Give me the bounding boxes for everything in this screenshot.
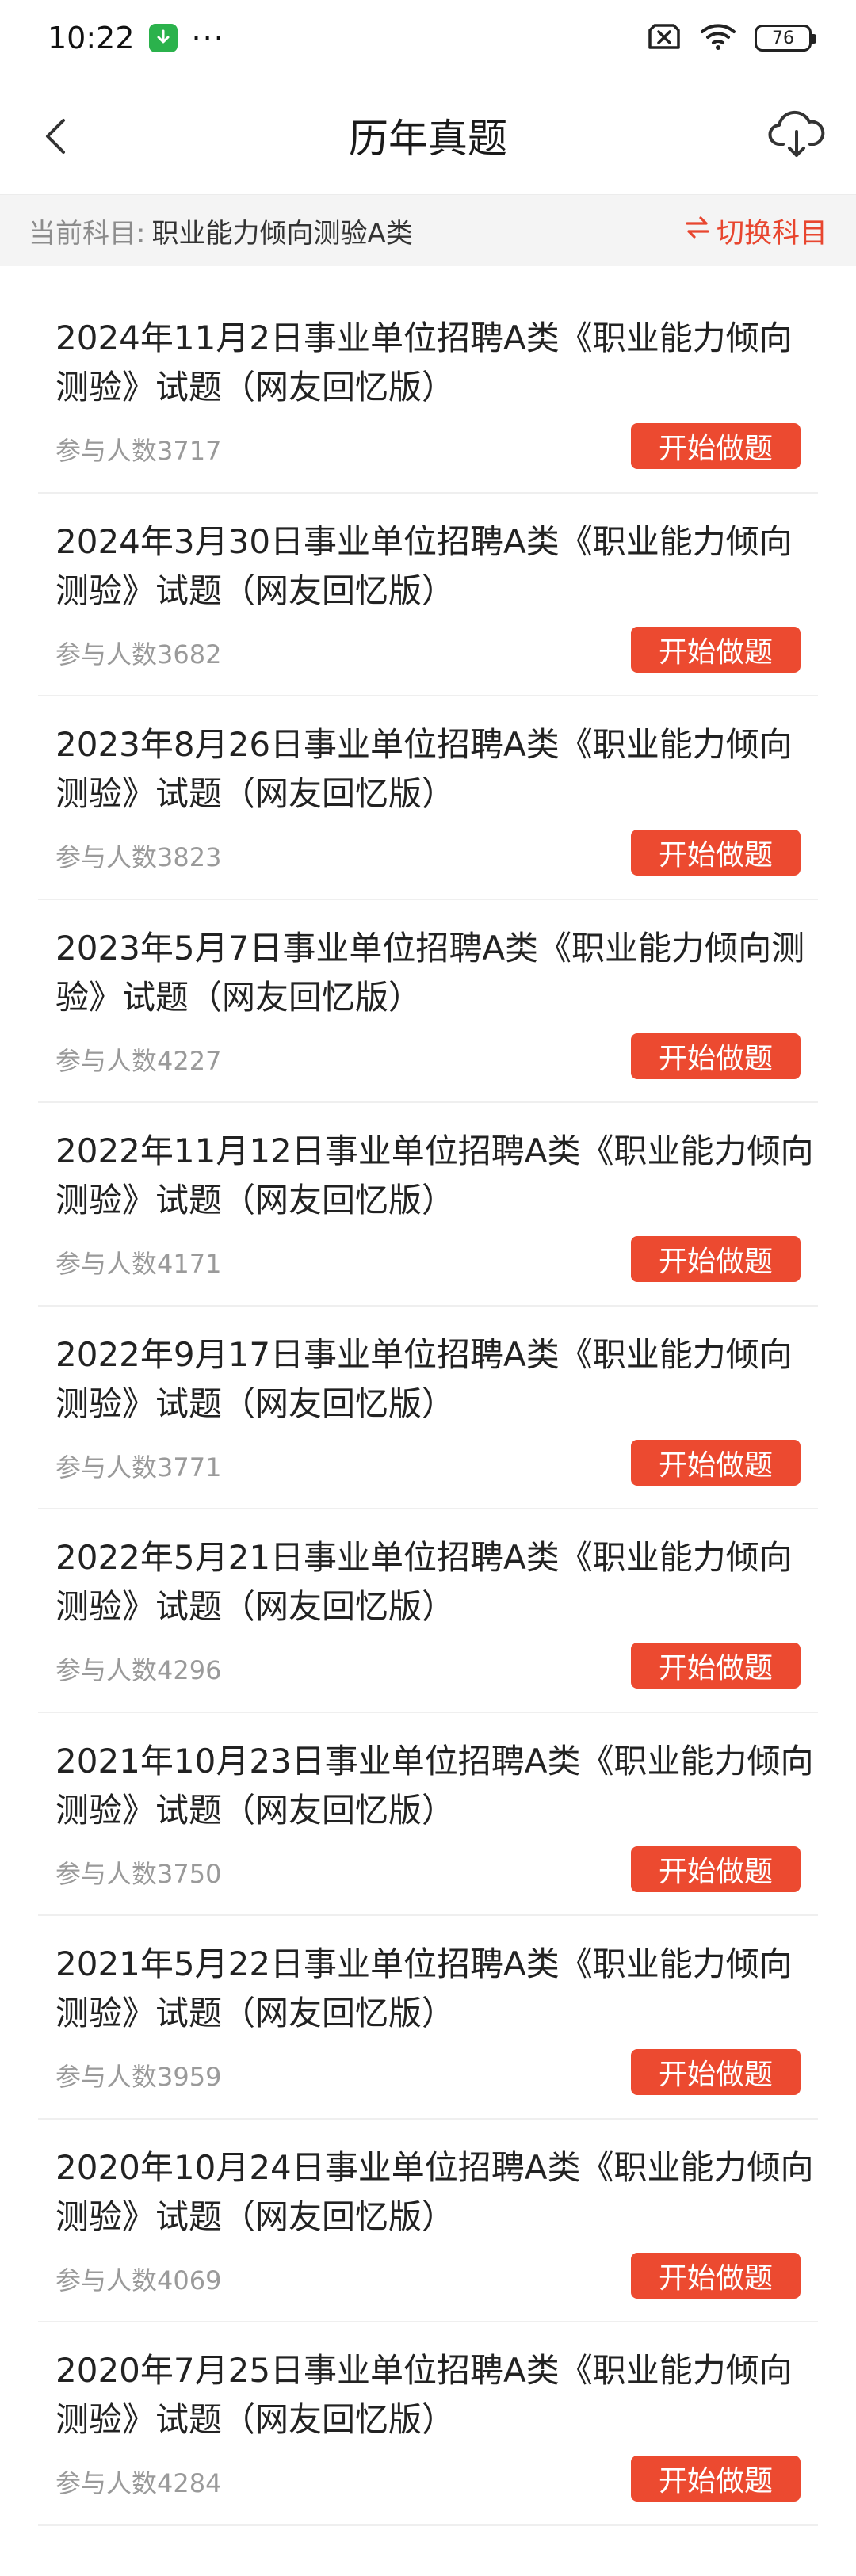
back-arrow-icon[interactable] — [35, 114, 79, 158]
exam-list-item[interactable]: 2021年5月22日事业单位招聘A类《职业能力倾向测验》试题（网友回忆版） 参与… — [38, 1916, 818, 2120]
no-sim-icon — [647, 22, 682, 54]
exam-title: 2020年7月25日事业单位招聘A类《职业能力倾向测验》试题（网友回忆版） — [55, 2351, 793, 2439]
participant-count: 参与人数3771 — [55, 1452, 222, 1483]
participant-count: 参与人数3959 — [55, 2062, 222, 2092]
battery-icon: 76 — [755, 25, 816, 52]
exam-title: 2024年11月2日事业单位招聘A类《职业能力倾向测验》试题（网友回忆版） — [55, 319, 793, 406]
start-practice-button[interactable]: 开始做题 — [631, 1643, 801, 1689]
download-notification-icon — [148, 24, 178, 52]
participant-count: 参与人数3823 — [55, 842, 222, 872]
swap-arrows-icon — [685, 215, 710, 247]
start-practice-button[interactable]: 开始做题 — [631, 626, 801, 673]
cloud-download-icon[interactable] — [767, 108, 826, 162]
participant-count: 参与人数3682 — [55, 639, 222, 670]
exam-list-item[interactable]: 2021年10月23日事业单位招聘A类《职业能力倾向测验》试题（网友回忆版） 参… — [38, 1713, 818, 1916]
exam-list-item[interactable]: 2022年11月12日事业单位招聘A类《职业能力倾向测验》试题（网友回忆版） 参… — [38, 1103, 818, 1307]
start-practice-button[interactable]: 开始做题 — [631, 830, 801, 876]
exam-list-item[interactable]: 2020年10月24日事业单位招聘A类《职业能力倾向测验》试题（网友回忆版） 参… — [38, 2120, 818, 2322]
page-title: 历年真题 — [349, 115, 507, 162]
exam-title: 2022年5月21日事业单位招聘A类《职业能力倾向测验》试题（网友回忆版） — [55, 1538, 793, 1626]
start-practice-button[interactable]: 开始做题 — [631, 423, 801, 469]
exam-title: 2021年10月23日事业单位招聘A类《职业能力倾向测验》试题（网友回忆版） — [55, 1741, 814, 1830]
exam-list-item[interactable]: 2023年8月26日事业单位招聘A类《职业能力倾向测验》试题（网友回忆版） 参与… — [38, 696, 818, 900]
switch-subject-button[interactable]: 切换科目 — [685, 211, 827, 251]
start-practice-button[interactable]: 开始做题 — [631, 1032, 801, 1079]
subject-prefix: 当前科目: — [29, 217, 146, 250]
exam-list-item[interactable]: 2024年11月2日事业单位招聘A类《职业能力倾向测验》试题（网友回忆版） 参与… — [38, 290, 818, 494]
participant-count: 参与人数3750 — [55, 1858, 222, 1889]
participant-count: 参与人数4296 — [55, 1655, 222, 1685]
exam-list-item[interactable]: 2022年9月17日事业单位招聘A类《职业能力倾向测验》试题（网友回忆版） 参与… — [38, 1307, 818, 1509]
exam-list-item[interactable]: 2020年7月25日事业单位招聘A类《职业能力倾向测验》试题（网友回忆版） 参与… — [38, 2322, 818, 2526]
status-bar: 10:22 ··· 76 — [0, 0, 856, 76]
exam-title: 2023年8月26日事业单位招聘A类《职业能力倾向测验》试题（网友回忆版） — [55, 725, 793, 813]
status-left: 10:22 ··· — [48, 21, 225, 55]
start-practice-button[interactable]: 开始做题 — [631, 2456, 801, 2502]
exam-title: 2023年5月7日事业单位招聘A类《职业能力倾向测验》试题（网友回忆版） — [55, 928, 805, 1017]
start-practice-button[interactable]: 开始做题 — [631, 2049, 801, 2095]
start-practice-button[interactable]: 开始做题 — [631, 1439, 801, 1486]
exam-list-item[interactable]: 2022年5月21日事业单位招聘A类《职业能力倾向测验》试题（网友回忆版） 参与… — [38, 1509, 818, 1713]
exam-title: 2020年10月24日事业单位招聘A类《职业能力倾向测验》试题（网友回忆版） — [55, 2147, 814, 2236]
subject-name: 职业能力倾向测验A类 — [151, 217, 413, 250]
exam-list: 2024年11月2日事业单位招聘A类《职业能力倾向测验》试题（网友回忆版） 参与… — [38, 290, 818, 2526]
participant-count: 参与人数4069 — [55, 2265, 222, 2296]
start-practice-button[interactable]: 开始做题 — [631, 2252, 801, 2299]
subject-bar: 当前科目: 职业能力倾向测验A类 切换科目 — [0, 195, 856, 266]
current-subject: 当前科目: 职业能力倾向测验A类 — [29, 212, 413, 250]
participant-count: 参与人数4284 — [55, 2468, 222, 2498]
status-time: 10:22 — [48, 21, 135, 55]
exam-list-item[interactable]: 2024年3月30日事业单位招聘A类《职业能力倾向测验》试题（网友回忆版） 参与… — [38, 494, 818, 696]
participant-count: 参与人数3717 — [55, 436, 222, 466]
start-practice-button[interactable]: 开始做题 — [631, 1236, 801, 1282]
wifi-icon — [699, 22, 737, 54]
status-right: 76 — [647, 22, 816, 54]
participant-count: 参与人数4227 — [55, 1045, 222, 1076]
more-notifications-icon: ··· — [191, 21, 225, 55]
exam-title: 2022年11月12日事业单位招聘A类《职业能力倾向测验》试题（网友回忆版） — [55, 1132, 814, 1219]
exam-title: 2024年3月30日事业单位招聘A类《职业能力倾向测验》试题（网友回忆版） — [55, 521, 793, 610]
exam-title: 2022年9月17日事业单位招聘A类《职业能力倾向测验》试题（网友回忆版） — [55, 1334, 793, 1423]
exam-list-item[interactable]: 2023年5月7日事业单位招聘A类《职业能力倾向测验》试题（网友回忆版） 参与人… — [38, 900, 818, 1103]
exam-title: 2021年5月22日事业单位招聘A类《职业能力倾向测验》试题（网友回忆版） — [55, 1944, 793, 2032]
nav-bar: 历年真题 — [0, 76, 856, 195]
battery-level: 76 — [772, 28, 794, 48]
participant-count: 参与人数4171 — [55, 1249, 222, 1279]
start-practice-button[interactable]: 开始做题 — [631, 1845, 801, 1892]
switch-subject-label: 切换科目 — [716, 217, 827, 250]
